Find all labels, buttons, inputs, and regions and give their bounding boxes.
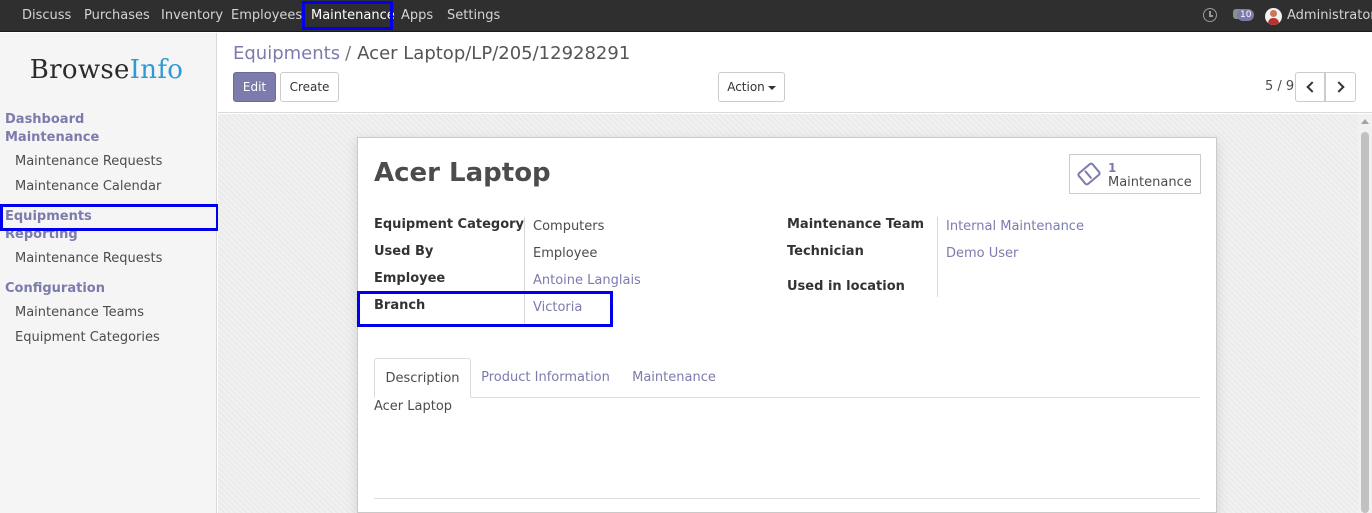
field-value-used-by[interactable]: Employee bbox=[533, 246, 597, 261]
breadcrumb-parent[interactable]: Equipments bbox=[233, 43, 340, 64]
pager-next-button[interactable] bbox=[1325, 72, 1356, 102]
pager-value[interactable]: 5 / 9 bbox=[1265, 79, 1294, 94]
sidebar-configuration[interactable]: Configuration bbox=[5, 281, 105, 296]
field-value-equipment-category[interactable]: Computers bbox=[533, 219, 604, 234]
ticket-icon bbox=[1076, 161, 1102, 187]
field-label-maintenance-team: Maintenance Team bbox=[787, 217, 925, 232]
field-separator-right bbox=[937, 217, 938, 297]
field-value-technician[interactable]: Demo User bbox=[946, 246, 1018, 261]
tab-maintenance[interactable]: Maintenance bbox=[620, 358, 728, 398]
sidebar-item-maintenance-requests[interactable]: Maintenance Requests bbox=[15, 154, 162, 169]
create-button[interactable]: Create bbox=[280, 72, 339, 102]
field-separator bbox=[524, 217, 525, 325]
field-label-used-by: Used By bbox=[374, 244, 434, 259]
sidebar-maintenance[interactable]: Maintenance bbox=[5, 130, 99, 145]
maintenance-count: 1 bbox=[1108, 161, 1117, 175]
field-value-branch[interactable]: Victoria bbox=[533, 300, 582, 315]
maintenance-smart-button[interactable]: 1 Maintenance bbox=[1069, 154, 1201, 194]
caret-down-icon bbox=[767, 85, 776, 90]
field-label-employee: Employee bbox=[374, 271, 446, 286]
sidebar-equipments[interactable]: Equipments bbox=[5, 209, 92, 224]
menu-maintenance[interactable]: Maintenance bbox=[311, 0, 395, 32]
sidebar-item-equipment-categories[interactable]: Equipment Categories bbox=[15, 330, 160, 345]
divider bbox=[374, 498, 1200, 499]
edit-button[interactable]: Edit bbox=[233, 72, 276, 102]
tab-description[interactable]: Description bbox=[374, 358, 471, 398]
sidebar-item-reporting-requests[interactable]: Maintenance Requests bbox=[15, 251, 162, 266]
field-label-technician: Technician bbox=[787, 244, 864, 259]
form-sheet: Acer Laptop 1 Maintenance Equipment Cate… bbox=[357, 137, 1217, 513]
maintenance-label: Maintenance bbox=[1108, 175, 1192, 190]
menu-settings[interactable]: Settings bbox=[447, 0, 500, 32]
menu-inventory[interactable]: Inventory bbox=[161, 0, 223, 32]
sidebar-item-maintenance-calendar[interactable]: Maintenance Calendar bbox=[15, 179, 161, 194]
record-title: Acer Laptop bbox=[374, 158, 551, 188]
field-label-branch: Branch bbox=[374, 298, 426, 313]
clock-icon[interactable] bbox=[1203, 8, 1217, 22]
control-panel: Equipments / Acer Laptop/LP/205/12928291 E… bbox=[218, 33, 1372, 113]
menu-apps[interactable]: Apps bbox=[401, 0, 433, 32]
user-menu[interactable]: Administrator bbox=[1287, 0, 1372, 32]
menu-purchases[interactable]: Purchases bbox=[84, 0, 150, 32]
notification-badge: 10 bbox=[1237, 9, 1255, 21]
field-label-equipment-category: Equipment Category bbox=[374, 217, 525, 232]
chevron-right-icon bbox=[1333, 81, 1345, 93]
menu-discuss[interactable]: Discuss bbox=[22, 0, 71, 32]
scrollbar-thumb[interactable] bbox=[1361, 132, 1369, 513]
scrollbar[interactable] bbox=[1358, 114, 1372, 513]
field-value-maintenance-team[interactable]: Internal Maintenance bbox=[946, 219, 1084, 234]
pager-previous-button[interactable] bbox=[1295, 72, 1325, 102]
field-value-employee[interactable]: Antoine Langlais bbox=[533, 273, 641, 288]
avatar[interactable] bbox=[1265, 8, 1282, 25]
breadcrumb-current: Acer Laptop/LP/205/12928291 bbox=[357, 43, 631, 64]
action-dropdown[interactable]: Action bbox=[718, 72, 785, 102]
notebook-tabs: Description Product Information Maintena… bbox=[374, 358, 1200, 398]
menu-employees[interactable]: Employees bbox=[231, 0, 302, 32]
description-text[interactable]: Acer Laptop bbox=[374, 399, 452, 414]
sidebar-dashboard[interactable]: Dashboard bbox=[5, 112, 84, 127]
breadcrumb: Equipments / Acer Laptop/LP/205/12928291 bbox=[233, 43, 631, 64]
field-label-used-in-location: Used in location bbox=[787, 279, 905, 294]
top-navbar: Discuss Purchases Inventory Employees Ma… bbox=[0, 0, 1372, 32]
chevron-left-icon bbox=[1306, 81, 1318, 93]
sidebar-item-maintenance-teams[interactable]: Maintenance Teams bbox=[15, 305, 144, 320]
sidebar-reporting[interactable]: Reporting bbox=[5, 227, 78, 242]
browseinfo-logo: BrowseInfo bbox=[29, 55, 184, 85]
sidebar: BrowseInfo Dashboard Maintenance Mainten… bbox=[0, 33, 217, 513]
tab-product-information[interactable]: Product Information bbox=[473, 358, 618, 398]
scroll-up-icon[interactable] bbox=[1361, 119, 1369, 124]
